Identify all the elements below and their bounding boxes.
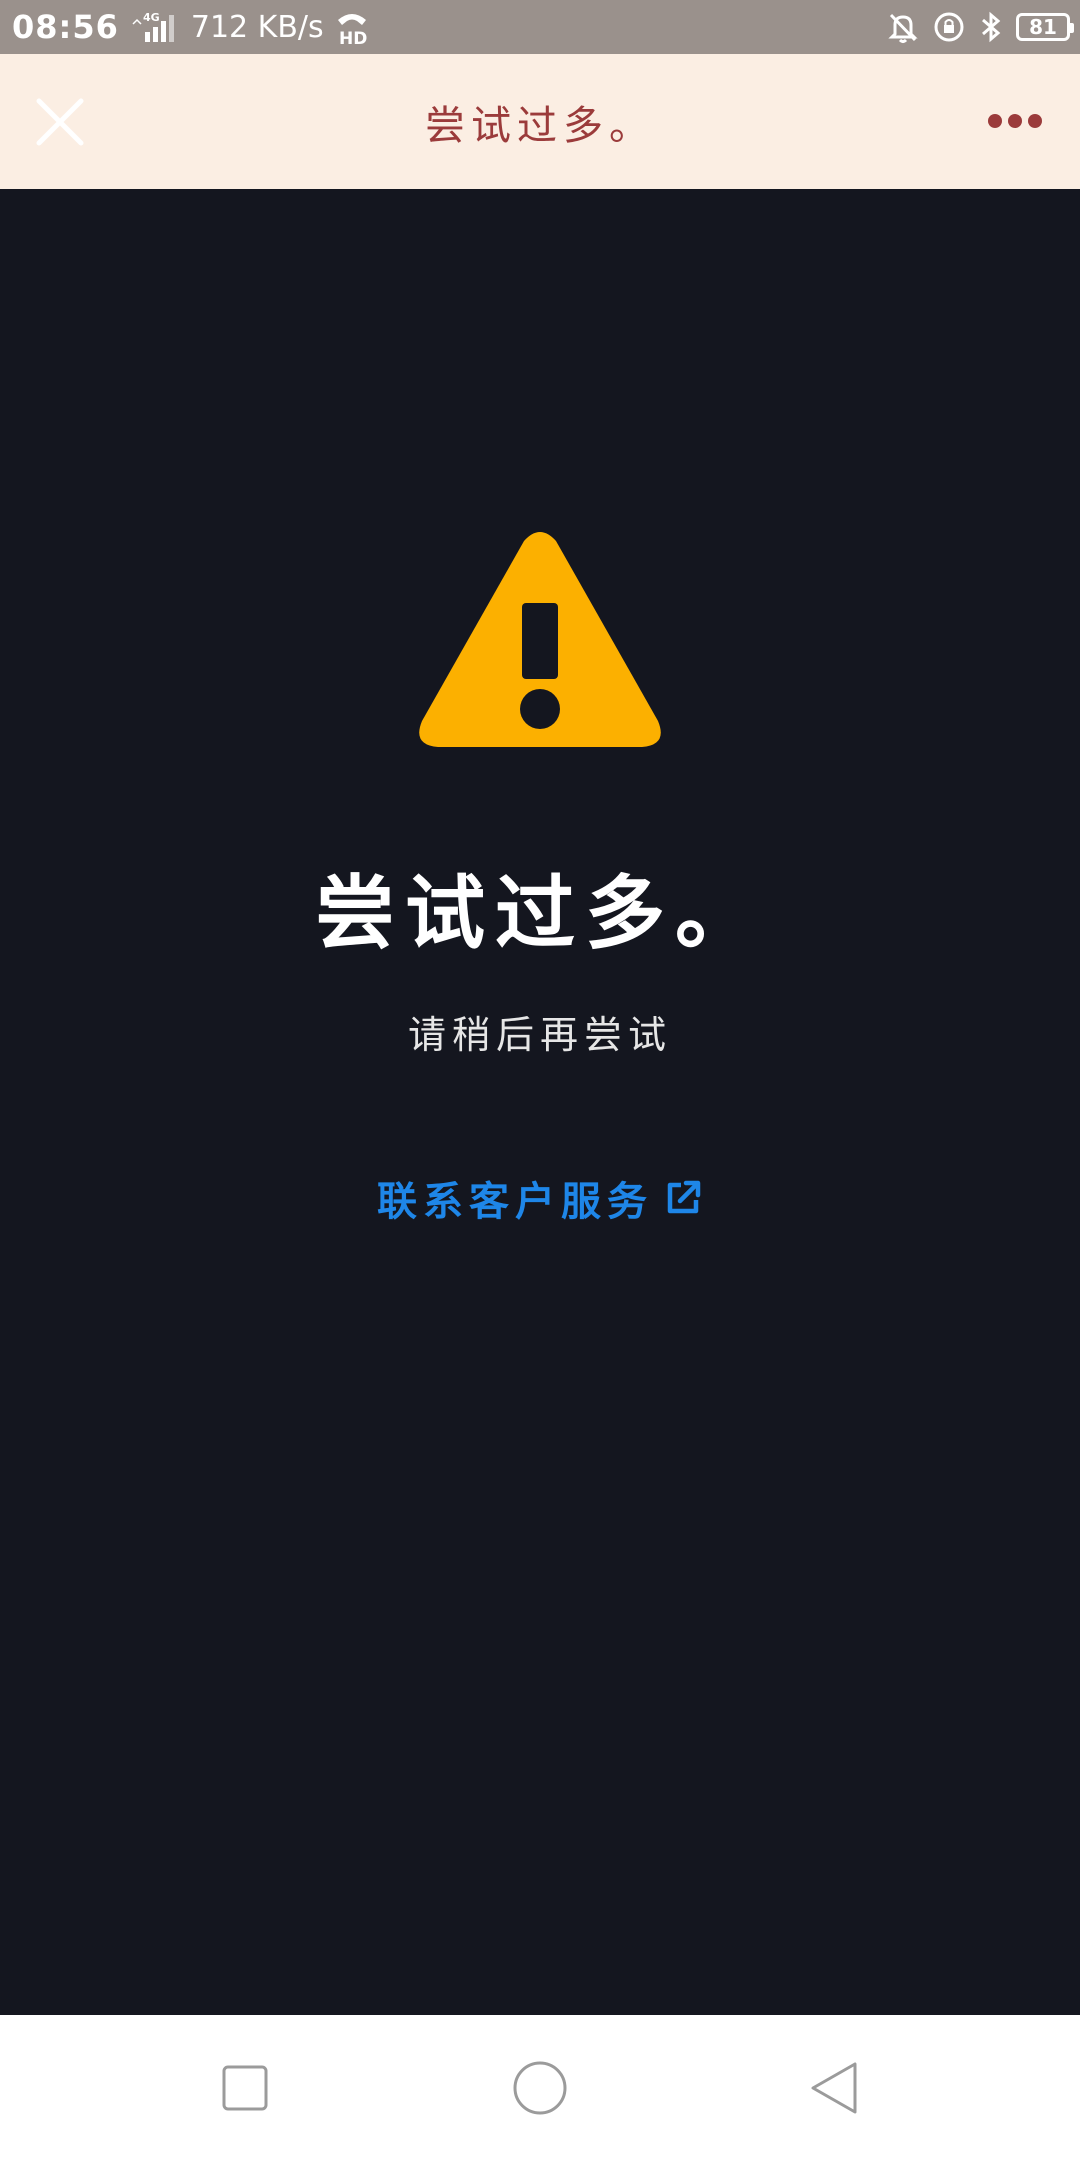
warning-icon bbox=[419, 532, 661, 747]
recents-square-icon bbox=[222, 2065, 268, 2111]
navigation-bar bbox=[0, 2015, 1080, 2160]
rotation-lock-icon bbox=[932, 10, 966, 44]
status-bar: 08:56 4G 712 KB/s HD 81 bbox=[0, 0, 1080, 54]
error-subtitle: 请稍后再尝试 bbox=[407, 1013, 672, 1057]
header-title: 尝试过多。 bbox=[425, 102, 655, 149]
signal-icon: 4G bbox=[129, 10, 181, 44]
network-speed: 712 KB/s bbox=[190, 9, 324, 45]
status-right-group: 81 bbox=[886, 0, 1074, 54]
error-title: 尝试过多。 bbox=[315, 866, 765, 960]
more-options-button[interactable] bbox=[975, 96, 1055, 146]
main-content: 尝试过多。 请稍后再尝试 联系客户服务 bbox=[0, 189, 1080, 2015]
status-left-group: 08:56 4G 712 KB/s HD bbox=[12, 0, 370, 54]
recents-button[interactable] bbox=[210, 2053, 280, 2123]
hd-label: HD bbox=[339, 29, 367, 46]
hd-call-icon: HD bbox=[334, 8, 370, 46]
home-circle-icon bbox=[513, 2061, 567, 2115]
home-button[interactable] bbox=[505, 2053, 575, 2123]
back-button[interactable] bbox=[800, 2053, 870, 2123]
contact-link-label: 联系客户服务 bbox=[377, 1178, 653, 1225]
bluetooth-icon bbox=[978, 10, 1004, 44]
back-triangle-icon bbox=[811, 2062, 857, 2114]
app-header: 尝试过多。 bbox=[0, 54, 1080, 189]
contact-customer-service-link[interactable]: 联系客户服务 bbox=[0, 1169, 1080, 1227]
status-time: 08:56 bbox=[12, 8, 119, 46]
more-dots-icon bbox=[988, 114, 1042, 128]
battery-icon: 81 bbox=[1016, 13, 1074, 41]
external-link-icon bbox=[667, 1180, 701, 1214]
mute-bell-icon bbox=[886, 10, 920, 44]
network-type-label: 4G bbox=[143, 11, 160, 24]
